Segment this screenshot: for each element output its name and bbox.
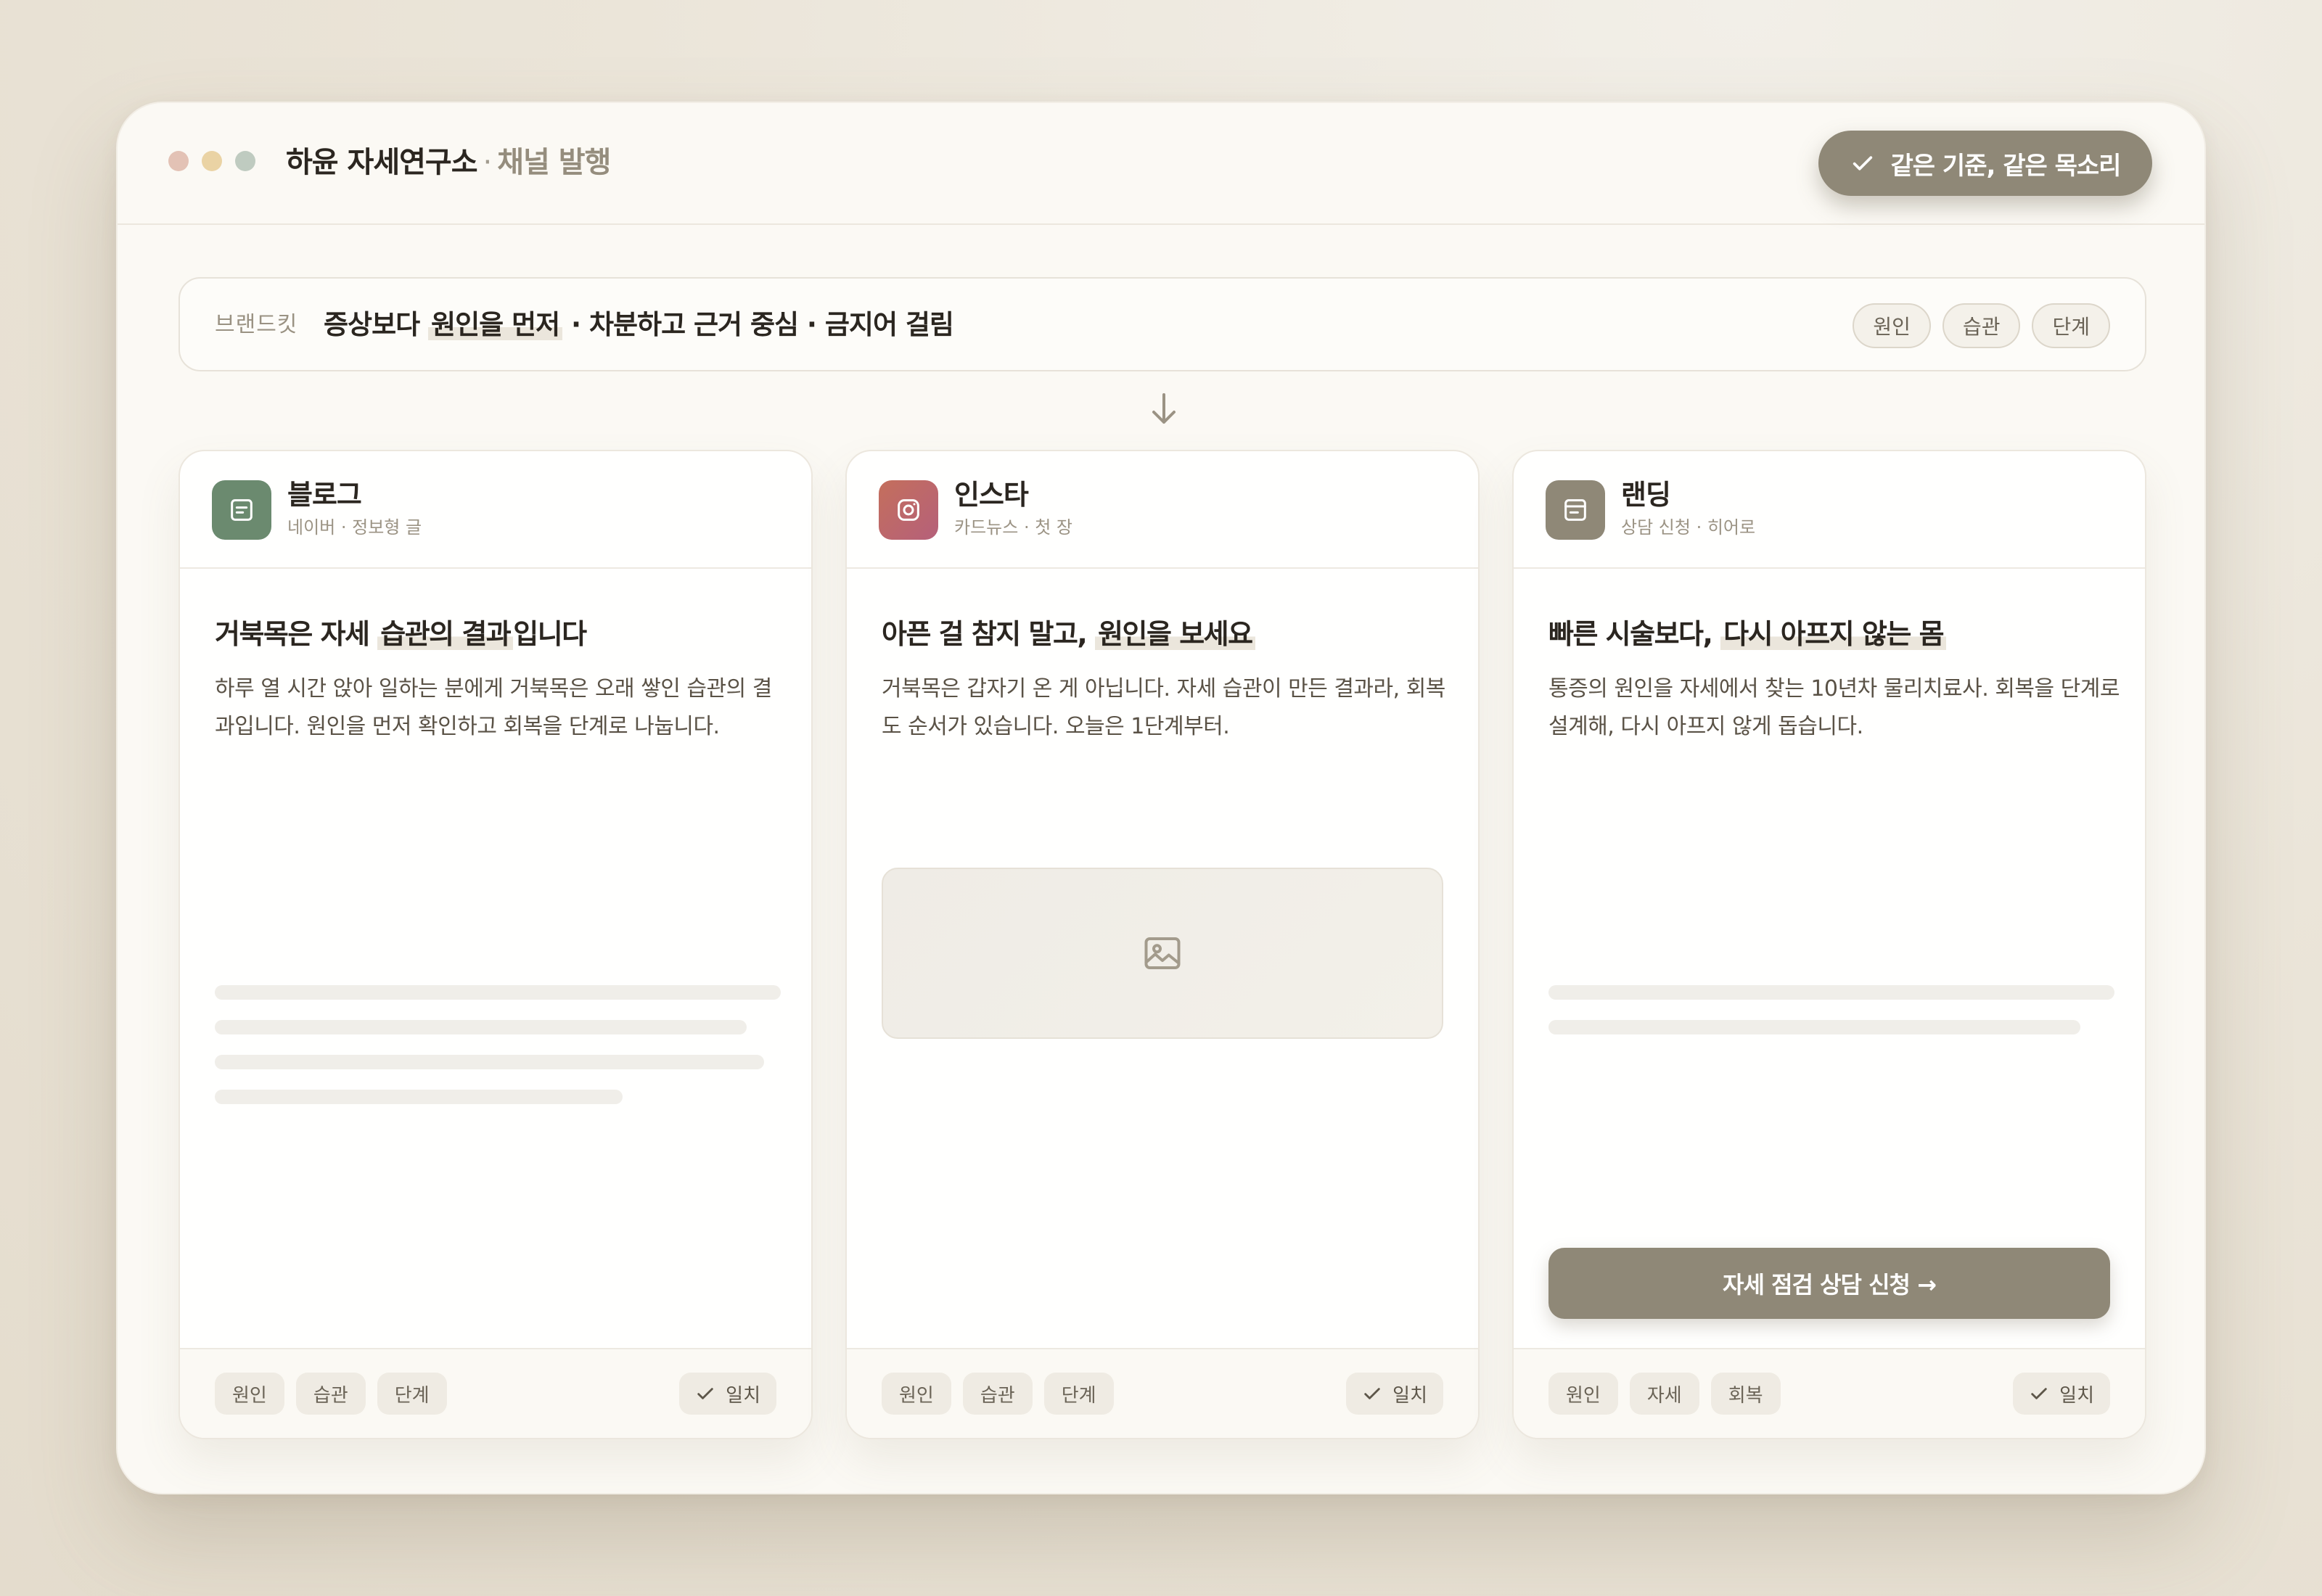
tag: 회복: [1710, 1373, 1781, 1415]
card-footer: 원인 습관 단계 일치: [180, 1348, 811, 1438]
placeholder-lines: [215, 985, 781, 1124]
placeholder-line: [1548, 985, 2114, 1000]
brand-kit-rules: 증상보다 원인을 먼저 · 차분하고 근거 중심 · 금지어 걸림: [324, 305, 954, 345]
tag: 원인: [215, 1373, 284, 1415]
placeholder-line: [215, 1020, 747, 1034]
channel-subtitle: 상담 신청 · 히어로: [1621, 517, 1756, 538]
tag-list: 원인 습관 단계: [215, 1373, 447, 1415]
image-icon: [1144, 937, 1181, 969]
card-body-text: 하루 열 시간 앉아 일하는 분에게 거북목은 오래 쌓인 습관의 결과입니다.…: [215, 676, 772, 739]
match-status: 일치: [1346, 1373, 1443, 1415]
tag-list: 원인 자세 회복: [1548, 1373, 1781, 1415]
close-dot[interactable]: [168, 151, 189, 171]
minimize-dot[interactable]: [202, 151, 222, 171]
image-placeholder[interactable]: [882, 868, 1443, 1039]
maximize-dot[interactable]: [235, 151, 255, 171]
badge-label: 같은 기준, 같은 목소리: [1890, 151, 2122, 181]
tag: 단계: [377, 1373, 447, 1415]
keyword-chip[interactable]: 원인: [1853, 303, 1931, 348]
brand-kit-label: 브랜드킷: [215, 312, 298, 337]
landing-page-icon: [1546, 480, 1605, 540]
consultation-cta-button[interactable]: 자세 점검 상담 신청 →: [1548, 1248, 2110, 1319]
instagram-icon: [879, 480, 938, 540]
match-label: 일치: [726, 1384, 760, 1407]
channel-subtitle: 네이버 · 정보형 글: [287, 517, 422, 538]
placeholder-line: [215, 1055, 764, 1069]
card-headline: 빠른 시술보다, 다시 아프지 않는 몸: [1548, 614, 1947, 654]
tag: 습관: [295, 1373, 366, 1415]
title-separator: ·: [483, 146, 493, 179]
card-footer: 원인 자세 회복 일치: [1514, 1348, 2145, 1438]
consistency-badge[interactable]: 같은 기준, 같은 목소리: [1818, 131, 2152, 196]
document-icon: [212, 480, 271, 540]
tag: 자세: [1629, 1373, 1699, 1415]
card-headline: 거북목은 자세 습관의 결과 입니다: [215, 614, 587, 654]
channel-card-landing[interactable]: 랜딩 상담 신청 · 히어로 빠른 시술보다, 다시 아프지 않는 몸 통증의 …: [1512, 450, 2146, 1439]
check-icon: [1364, 1388, 1380, 1399]
card-body-text: 통증의 원인을 자세에서 찾는 10년차 물리치료사. 회복을 단계로 설계해,…: [1548, 676, 2120, 739]
rule-highlight: 원인을 먼저: [428, 309, 563, 340]
check-icon: [2031, 1388, 2047, 1399]
card-header: 인스타 카드뉴스 · 첫 장: [847, 451, 1478, 569]
channel-name: 블로그: [287, 479, 362, 511]
channel-card-blog[interactable]: 블로그 네이버 · 정보형 글 거북목은 자세 습관의 결과 입니다 하루 열 시…: [179, 450, 813, 1439]
keyword-chip[interactable]: 단계: [2032, 303, 2110, 348]
placeholder-line: [1548, 1020, 2081, 1034]
tag-list: 원인 습관 단계: [882, 1373, 1114, 1415]
channel-name: 인스타: [954, 479, 1029, 511]
headline-highlight: 다시 아프지 않는 몸: [1720, 618, 1947, 650]
headline-highlight: 원인을 보세요: [1095, 618, 1255, 650]
match-status: 일치: [679, 1373, 776, 1415]
window-controls: [168, 151, 255, 171]
card-header: 블로그 네이버 · 정보형 글: [180, 451, 811, 569]
page-subtitle: 채널 발행: [497, 146, 611, 179]
keyword-chip[interactable]: 습관: [1942, 303, 2021, 348]
rule-text-before: 증상보다: [324, 309, 429, 340]
rule-text-after: · 차분하고 근거 중심 · 금지어 걸림: [562, 309, 954, 340]
card-header: 랜딩 상담 신청 · 히어로: [1514, 451, 2145, 569]
match-status: 일치: [2013, 1373, 2110, 1415]
app-name: 하윤 자세연구소: [286, 146, 478, 179]
app-window: 하윤 자세연구소 · 채널 발행 같은 기준, 같은 목소리 브랜드킷 증상보다 원…: [116, 102, 2206, 1494]
tag: 습관: [962, 1373, 1033, 1415]
channel-card-instagram[interactable]: 인스타 카드뉴스 · 첫 장 아픈 걸 참지 말고, 원인을 보세요 거북목은 …: [845, 450, 1480, 1439]
tag: 단계: [1043, 1373, 1114, 1415]
brand-kit-bar[interactable]: 브랜드킷 증상보다 원인을 먼저 · 차분하고 근거 중심 · 금지어 걸림 원…: [179, 277, 2146, 371]
match-label: 일치: [1392, 1384, 1427, 1407]
headline-text-end: 입니다: [513, 618, 587, 650]
channel-name: 랜딩: [1621, 479, 1671, 511]
check-icon: [697, 1388, 713, 1399]
match-label: 일치: [2059, 1384, 2094, 1407]
window-title: 하윤 자세연구소 · 채널 발행: [286, 141, 611, 184]
arrow-down-icon: [1152, 393, 1176, 424]
card-footer: 원인 습관 단계 일치: [847, 1348, 1478, 1438]
card-headline: 아픈 걸 참지 말고, 원인을 보세요: [882, 614, 1255, 654]
placeholder-line: [215, 1090, 623, 1104]
headline-highlight: 습관의 결과: [377, 618, 514, 650]
channel-subtitle: 카드뉴스 · 첫 장: [954, 517, 1072, 538]
tag: 원인: [882, 1373, 951, 1415]
headline-text: 아픈 걸 참지 말고,: [882, 618, 1096, 650]
check-icon: [1853, 156, 1872, 170]
headline-text: 빠른 시술보다,: [1548, 618, 1721, 650]
brand-kit-chips: 원인 습관 단계: [1853, 303, 2110, 348]
placeholder-line: [215, 985, 781, 1000]
card-body-text: 거북목은 갑자기 온 게 아닙니다. 자세 습관이 만든 결과라, 회복도 순서…: [882, 676, 1445, 739]
placeholder-lines: [1548, 985, 2114, 1055]
title-bar: 하윤 자세연구소 · 채널 발행 같은 기준, 같은 목소리: [118, 103, 2204, 225]
headline-text: 거북목은 자세: [215, 618, 378, 650]
tag: 원인: [1548, 1373, 1618, 1415]
